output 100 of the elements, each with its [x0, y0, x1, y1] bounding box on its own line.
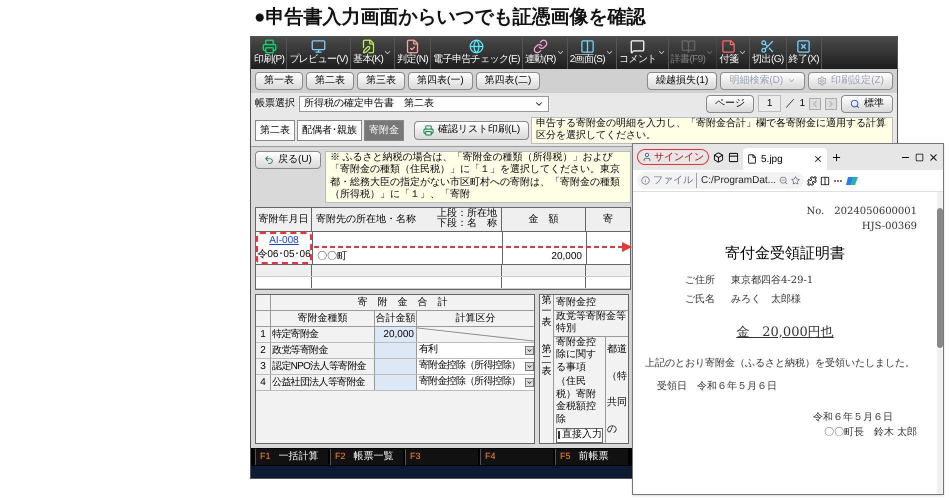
column-header: 寄附年月日: [256, 208, 312, 230]
notice-text: ※ ふるさと納税の場合は、「寄附金の種類（所得税）」および「寄附金の種類（住民税）」に「１」を選択してください。東京都・総務大臣の指定がない市区町村への寄附は、「寄附金の種類（所得税）」に「１」、「寄附: [324, 150, 631, 202]
panel-header: 寄附金控: [554, 294, 628, 310]
tab-list-icon[interactable]: [728, 152, 739, 162]
body-text: 上記のとおり寄附金（ふるさと納税）を受領いたしました。: [645, 358, 916, 370]
row-number: 4: [259, 376, 267, 390]
close-icon[interactable]: [813, 154, 823, 164]
panel-row: 政党等寄附金等特別: [554, 310, 628, 336]
received-date: 受領日 令和６年５月６日: [656, 380, 778, 394]
extensions-icon[interactable]: [807, 176, 818, 186]
globe-icon: [468, 39, 484, 54]
printer-icon: [423, 124, 434, 136]
column-note: 下段：名 称: [437, 219, 497, 229]
function-key[interactable]: F2 帳票一覧: [330, 448, 403, 464]
form-button[interactable]: 第四表(一): [408, 72, 473, 90]
browser-tab[interactable]: 5.jpg: [743, 148, 827, 170]
section-label: 第二表: [542, 344, 552, 376]
form-button[interactable]: 第四表(二): [476, 72, 540, 90]
field-label: 帳票選択: [255, 97, 295, 111]
scissors-icon: [760, 39, 776, 54]
date-cell: 令06･05･06: [257, 248, 311, 262]
column-header: 寄附先の所在地・名称: [316, 212, 416, 226]
comment-icon: [630, 39, 646, 54]
split-screen-icon[interactable]: [820, 176, 830, 186]
column-header: 寄: [602, 212, 614, 226]
zoom-out-icon[interactable]: [779, 176, 788, 185]
file-icon: [747, 154, 757, 164]
form-button[interactable]: 繰越損失(1): [647, 72, 718, 90]
panel-text: の: [607, 422, 618, 437]
section-label: 第一表: [542, 294, 552, 330]
sheet-tab[interactable]: 寄附金: [364, 120, 404, 140]
zoom-button[interactable]: 標準: [841, 94, 893, 112]
panel-item: 寄附金控除に関する事項: [556, 336, 597, 374]
function-key[interactable]: F4: [480, 448, 553, 464]
document-number: No. 2024050600001: [806, 205, 918, 219]
check-document-icon: [405, 39, 420, 54]
form-button[interactable]: 第一表: [255, 72, 303, 90]
sheet-tab[interactable]: 配偶者･親族: [297, 120, 362, 140]
column-header: 金 額: [502, 208, 586, 230]
issuer-text: 〇〇町長 鈴木 太郎: [824, 426, 918, 440]
method-select[interactable]: 寄附金控除（所得控除）: [416, 358, 534, 374]
split-screen-icon: [580, 39, 595, 54]
sign-in-button[interactable]: サインイン: [637, 149, 709, 165]
form-select[interactable]: 所得税の確定申告書 第二表: [299, 96, 549, 112]
link-icon: [532, 39, 548, 54]
caret-icon: [525, 362, 534, 370]
headline: ●申告書入力画面からいつでも証憑画像を確認: [254, 6, 646, 30]
favorite-icon[interactable]: [791, 176, 800, 185]
caret-icon: [525, 378, 534, 386]
total-amount-cell: [374, 374, 416, 390]
monitor-icon: [311, 39, 326, 54]
print-list-button[interactable]: 確認リスト印刷(L): [414, 120, 530, 140]
field-label: ご住所: [685, 274, 715, 288]
page-total: 1: [799, 97, 805, 111]
total-amount-cell: [374, 342, 416, 358]
form-button[interactable]: 第三表: [357, 72, 405, 90]
method-select[interactable]: 寄附金控除（所得控除）: [416, 374, 534, 390]
panel-text: （特: [607, 370, 627, 384]
panel-item: （住民税）寄附金税額控除: [556, 376, 597, 426]
field-label: ご氏名: [685, 292, 715, 306]
sheet-tab[interactable]: 第二表: [255, 120, 295, 140]
function-key[interactable]: F1 一括計算: [255, 448, 328, 464]
back-button[interactable]: 戻る(U): [255, 150, 321, 168]
page-field[interactable]: 1: [758, 95, 782, 112]
function-key[interactable]: F3: [405, 448, 478, 464]
sticky-note-icon: [721, 39, 736, 54]
row-number: 3: [259, 360, 267, 374]
hint-text: 申告する寄附金の明細を入力し、「寄附金合計」欄で各寄附金に適用する計算区分を選択してください。: [531, 116, 893, 144]
column-note: 上段：所在地: [437, 209, 497, 219]
url-text: C:/ProgramDat...: [696, 173, 776, 188]
name-cell: 〇〇町: [317, 250, 347, 264]
document-title: 寄付金受領証明書: [725, 243, 845, 264]
close-icon[interactable]: [928, 152, 939, 162]
page-button[interactable]: ページ: [706, 94, 754, 112]
page-separator: ／: [785, 97, 796, 111]
maximize-icon[interactable]: [915, 152, 924, 162]
panel-text: 共同: [607, 396, 627, 410]
function-key[interactable]: F5 前帳票: [555, 448, 628, 464]
issue-date: 令和６年５月６日: [813, 410, 894, 424]
workspaces-icon[interactable]: [713, 152, 724, 162]
info-icon: [641, 176, 650, 185]
amount-cell: 20,000: [551, 250, 582, 264]
printer-icon: [262, 39, 277, 54]
back-arrow-icon: [264, 154, 274, 164]
settings-icon: [817, 76, 828, 86]
total-amount-cell: [374, 358, 416, 374]
pencil-document-icon: [360, 39, 376, 54]
record-link[interactable]: AI-008: [269, 234, 299, 248]
method-select[interactable]: 有利: [416, 342, 534, 358]
row-number: 2: [259, 344, 267, 358]
address-bar[interactable]: ファイル C:/ProgramDat...: [637, 172, 804, 189]
form-button[interactable]: 第二表: [306, 72, 354, 90]
search-icon: [850, 98, 860, 108]
column-header: 合計金額: [374, 310, 416, 326]
direct-input-checkbox[interactable]: 直接入力: [556, 428, 603, 442]
row-number: 1: [259, 328, 267, 342]
name-text: みろく 太郎様: [731, 292, 801, 306]
new-tab-icon[interactable]: [831, 152, 842, 162]
assistant-logo-icon[interactable]: [846, 174, 858, 186]
book-icon: [680, 39, 696, 54]
